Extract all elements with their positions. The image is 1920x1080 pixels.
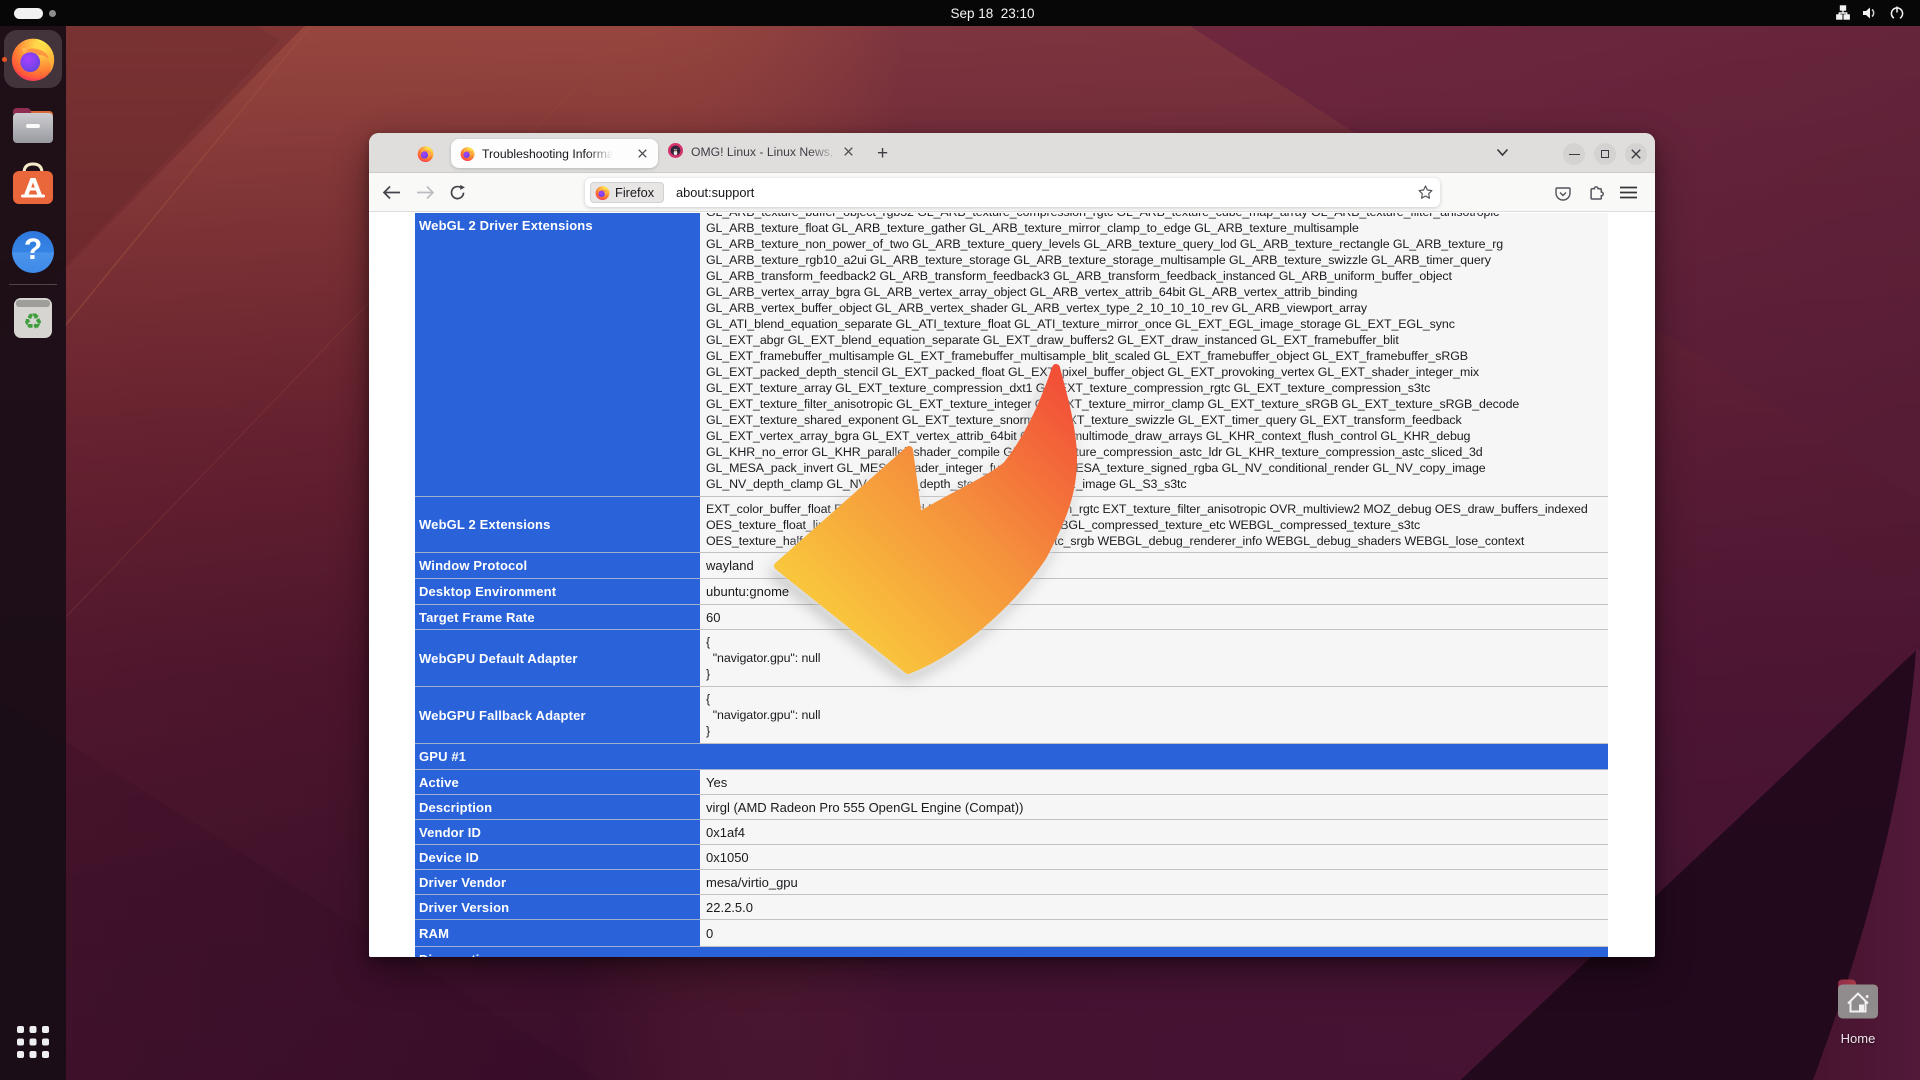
svg-text:?: ?: [24, 233, 42, 266]
svg-text:♻: ♻: [23, 309, 43, 334]
